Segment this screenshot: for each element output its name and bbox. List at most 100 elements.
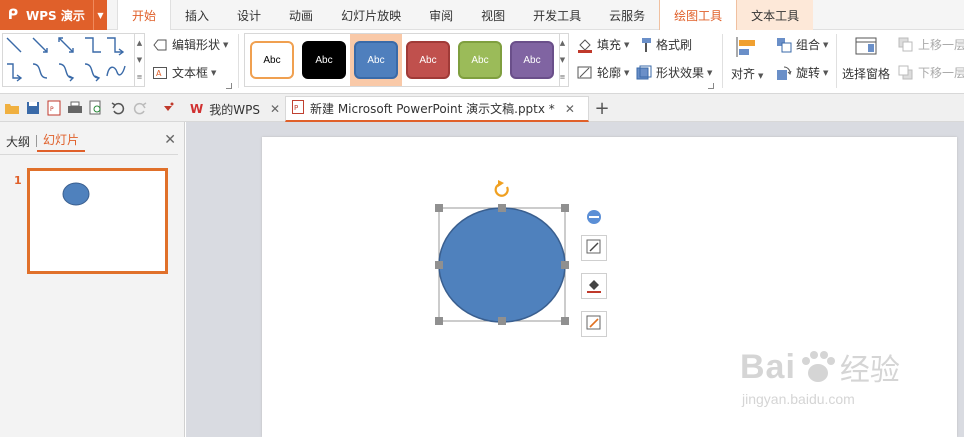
tab-cloud[interactable]: 云服务 — [595, 0, 659, 30]
print-preview-icon[interactable] — [88, 100, 104, 116]
doc-tab-my-wps[interactable]: W 我的WPS ✕ — [184, 96, 284, 122]
bring-forward-icon — [898, 37, 914, 53]
tab-slides[interactable]: 幻灯片 — [37, 131, 86, 152]
svg-text:P: P — [50, 106, 54, 113]
export-pdf-icon[interactable]: P — [46, 100, 62, 116]
open-folder-icon[interactable] — [4, 100, 20, 116]
outline-button[interactable]: 轮廓 ▼ — [577, 64, 629, 81]
double-arrow-shape-icon — [58, 37, 74, 53]
shape-style-1[interactable]: Abc — [250, 41, 294, 79]
ellipse-shape — [438, 207, 566, 323]
divider — [0, 154, 178, 155]
print-icon[interactable] — [67, 100, 83, 116]
watermark-brand-cn: 经验 — [839, 354, 900, 387]
new-tab-plus-icon[interactable]: + — [594, 98, 610, 119]
align-button[interactable]: 对齐 ▼ — [731, 36, 763, 82]
shape-style-5[interactable]: Abc — [458, 41, 502, 79]
customize-toolbar-icon[interactable] — [160, 100, 176, 116]
text-box-label: 文本框 — [172, 66, 209, 80]
slide-thumbnail[interactable] — [27, 168, 168, 274]
curved-connector-icon — [32, 63, 48, 79]
tab-animation[interactable]: 动画 — [275, 0, 327, 30]
format-painter-label: 格式刷 — [656, 38, 693, 52]
chevron-down-icon: ▼ — [707, 68, 713, 77]
bring-forward-label: 上移一层 — [918, 38, 964, 52]
slide-number: 1 — [14, 174, 22, 187]
tab-developer[interactable]: 开发工具 — [519, 0, 595, 30]
chevron-down-icon: ▼ — [211, 68, 217, 77]
selection-pane-icon — [854, 36, 878, 61]
dialog-launcher-icon[interactable] — [708, 83, 714, 89]
doc-tab-presentation[interactable]: P 新建 Microsoft PowerPoint 演示文稿.pptx * ✕ — [285, 96, 589, 122]
tab-outline[interactable]: 大纲 — [0, 133, 36, 150]
curved-arrow-connector-icon — [58, 63, 74, 79]
tab-design[interactable]: 设计 — [223, 0, 275, 30]
close-icon[interactable]: ✕ — [164, 132, 176, 148]
style-gallery-scroll[interactable]: ▲ ▼ ≡ — [557, 33, 569, 87]
chevron-down-icon[interactable]: ▼ — [93, 0, 107, 30]
shape-style-tool[interactable] — [581, 235, 607, 261]
outline-pen-icon — [577, 65, 593, 81]
elbow-connector-icon — [85, 37, 101, 53]
quick-access-toolbar: P W 我的WPS ✕ P 新建 Microsoft PowerPoint 演示… — [0, 94, 964, 122]
rotate-button[interactable]: 旋转 ▼ — [776, 64, 828, 81]
line-gallery-scroll[interactable]: ▲ ▼ ≡ — [135, 33, 145, 87]
undo-icon[interactable] — [110, 100, 126, 116]
send-backward-label: 下移一层 — [918, 66, 964, 80]
tab-insert[interactable]: 插入 — [171, 0, 223, 30]
divider — [238, 34, 239, 88]
chevron-down-icon: ▼ — [624, 40, 630, 49]
format-painter-button[interactable]: 格式刷 — [636, 36, 692, 53]
tab-text-tools[interactable]: 文本工具 — [737, 0, 814, 30]
shape-outline-tool[interactable] — [581, 311, 607, 337]
shape-style-4[interactable]: Abc — [406, 41, 450, 79]
fill-bucket-icon — [577, 37, 593, 53]
selection-pane-label: 选择窗格 — [842, 67, 891, 81]
svg-text:P: P — [294, 104, 298, 112]
close-icon[interactable]: ✕ — [565, 102, 575, 116]
tab-view[interactable]: 视图 — [467, 0, 519, 30]
bring-forward-button[interactable]: 上移一层 — [898, 36, 964, 53]
edit-shape-label: 编辑形状 — [172, 38, 221, 52]
doc-tab-label: 新建 Microsoft PowerPoint 演示文稿.pptx * — [310, 102, 555, 116]
curved-double-arrow-icon — [84, 63, 100, 79]
app-menu-button[interactable]: ᑭ WPS 演示 ▼ — [0, 0, 107, 30]
group-label: 组合 — [796, 38, 821, 52]
scroll-down-icon[interactable]: ▼ — [137, 56, 142, 64]
scroll-down-icon[interactable]: ▼ — [560, 56, 565, 64]
menu-bar: ᑭ WPS 演示 ▼ 开始 插入 设计 动画 幻灯片放映 审阅 视图 开发工具 … — [0, 0, 964, 30]
close-icon[interactable]: ✕ — [270, 102, 280, 116]
tab-slideshow[interactable]: 幻灯片放映 — [327, 0, 415, 30]
shape-effects-button[interactable]: 形状效果 ▼ — [636, 64, 712, 81]
text-box-button[interactable]: A 文本框 ▼ — [152, 64, 216, 81]
menu-tabs: 开始 插入 设计 动画 幻灯片放映 审阅 视图 开发工具 云服务 绘图工具 文本… — [117, 0, 814, 30]
shape-style-6[interactable]: Abc — [510, 41, 554, 79]
shape-style-3[interactable]: Abc — [354, 41, 398, 79]
save-icon[interactable] — [25, 100, 41, 116]
slide[interactable]: Bai 经验 jingyan.baidu.com — [262, 137, 957, 437]
shape-fill-tool[interactable] — [581, 273, 607, 299]
dialog-launcher-icon[interactable] — [226, 83, 232, 89]
more-icon[interactable]: ≡ — [137, 73, 143, 81]
scroll-up-icon[interactable]: ▲ — [560, 39, 565, 47]
tab-home[interactable]: 开始 — [117, 0, 172, 30]
shape-style-2[interactable]: Abc — [302, 41, 346, 79]
tab-review[interactable]: 审阅 — [415, 0, 467, 30]
edit-style-icon — [586, 239, 602, 258]
align-icon — [735, 36, 759, 61]
pptx-file-icon: P — [292, 100, 304, 117]
redo-icon[interactable] — [132, 100, 148, 116]
more-icon[interactable]: ≡ — [560, 73, 566, 81]
scroll-up-icon[interactable]: ▲ — [137, 39, 142, 47]
send-backward-icon — [898, 65, 914, 81]
app-name: WPS 演示 — [26, 8, 85, 23]
rotate-handle-icon — [494, 180, 509, 197]
shape-effects-icon — [636, 65, 652, 81]
fill-button[interactable]: 填充 ▼ — [577, 36, 629, 53]
arrow-shape-icon — [32, 37, 48, 53]
send-backward-button[interactable]: 下移一层 — [898, 64, 964, 81]
group-button[interactable]: 组合 ▼ — [776, 36, 828, 53]
edit-shape-button[interactable]: 编辑形状 ▼ — [152, 36, 228, 53]
tab-drawing-tools[interactable]: 绘图工具 — [659, 0, 738, 30]
selection-pane-button[interactable]: 选择窗格 — [842, 36, 890, 82]
